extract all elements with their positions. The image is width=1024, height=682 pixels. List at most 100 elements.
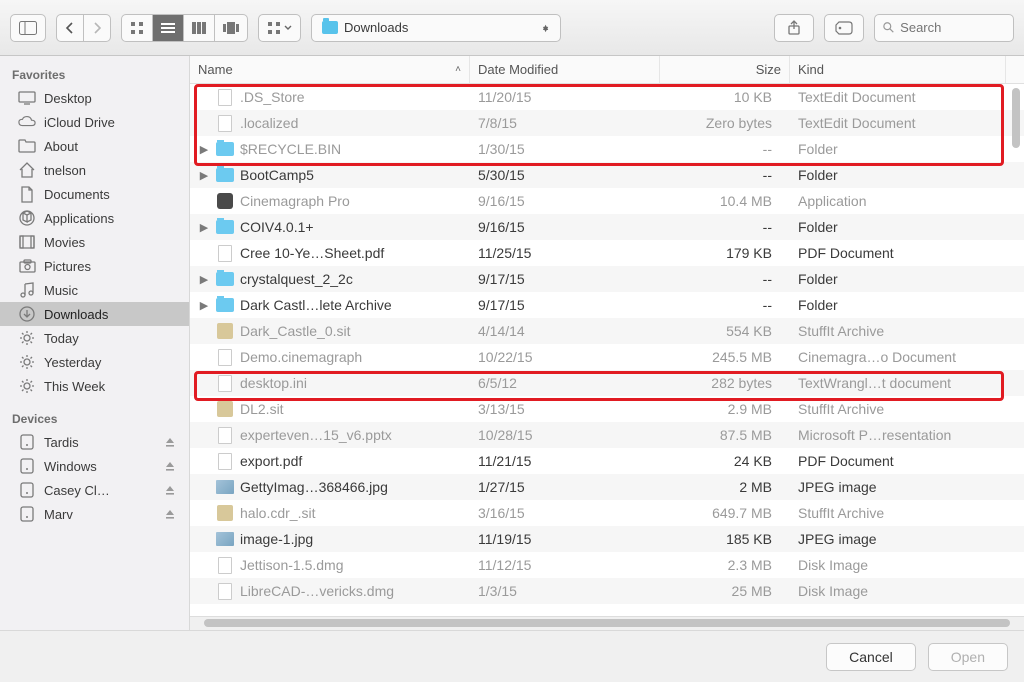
file-size: 245.5 MB [660,349,790,365]
file-row[interactable]: DL2.sit3/13/152.9 MBStuffIt Archive [190,396,1024,422]
file-row[interactable]: Demo.cinemagraph10/22/15245.5 MBCinemagr… [190,344,1024,370]
disclosure-triangle-icon[interactable]: ▶ [198,299,210,312]
col-size[interactable]: Size [660,56,790,83]
vertical-scrollbar[interactable] [1010,88,1022,609]
file-date: 9/17/15 [470,271,660,287]
coverflow-view-button[interactable] [215,15,247,41]
file-date: 11/21/15 [470,453,660,469]
search-input[interactable] [900,20,1005,35]
sidebar-toggle-button[interactable] [11,15,45,41]
col-name[interactable]: Name˄ [190,56,470,83]
sidebar-item-tnelson[interactable]: tnelson [0,158,189,182]
file-row[interactable]: Jettison-1.5.dmg11/12/152.3 MBDisk Image [190,552,1024,578]
document-icon [218,583,232,600]
file-kind: TextEdit Document [790,115,1006,131]
file-row[interactable]: .localized7/8/15Zero bytesTextEdit Docum… [190,110,1024,136]
search-box[interactable] [874,14,1014,42]
eject-icon[interactable] [165,461,177,471]
open-button[interactable]: Open [928,643,1008,671]
sidebar-item-movies[interactable]: Movies [0,230,189,254]
file-row[interactable]: Cinemagraph Pro9/16/1510.4 MBApplication [190,188,1024,214]
file-date: 1/30/15 [470,141,660,157]
sidebar-item-label: Today [44,331,79,346]
file-row[interactable]: experteven…15_v6.pptx10/28/1587.5 MBMicr… [190,422,1024,448]
horizontal-scrollbar[interactable] [190,616,1024,630]
disclosure-triangle-icon[interactable]: ▶ [198,143,210,156]
file-row[interactable]: export.pdf11/21/1524 KBPDF Document [190,448,1024,474]
file-date: 1/3/15 [470,583,660,599]
col-date[interactable]: Date Modified [470,56,660,83]
file-name: desktop.ini [240,375,307,391]
folder-icon [216,272,234,286]
archive-icon [217,323,233,339]
file-row[interactable]: GettyImag…368466.jpg1/27/152 MBJPEG imag… [190,474,1024,500]
eject-icon[interactable] [165,509,177,519]
column-view-button[interactable] [184,15,215,41]
sidebar-item-icloud-drive[interactable]: iCloud Drive [0,110,189,134]
file-size: -- [660,271,790,287]
file-kind: Application [790,193,1006,209]
tags-button[interactable] [824,14,864,42]
sidebar-item-yesterday[interactable]: Yesterday [0,350,189,374]
sidebar-item-music[interactable]: Music [0,278,189,302]
sidebar-item-today[interactable]: Today [0,326,189,350]
file-row[interactable]: image-1.jpg11/19/15185 KBJPEG image [190,526,1024,552]
disclosure-triangle-icon[interactable]: ▶ [198,169,210,182]
file-row[interactable]: .DS_Store11/20/1510 KBTextEdit Document [190,84,1024,110]
eject-icon[interactable] [165,437,177,447]
file-kind: Microsoft P…resentation [790,427,1006,443]
file-row[interactable]: halo.cdr_.sit3/16/15649.7 MBStuffIt Arch… [190,500,1024,526]
file-row[interactable]: ▶crystalquest_2_2c9/17/15--Folder [190,266,1024,292]
back-button[interactable] [57,15,84,41]
file-row[interactable]: ▶Dark Castl…lete Archive9/17/15--Folder [190,292,1024,318]
sidebar-item-downloads[interactable]: Downloads [0,302,189,326]
file-date: 10/28/15 [470,427,660,443]
file-row[interactable]: ▶COIV4.0.1+9/16/15--Folder [190,214,1024,240]
sidebar-device-casey-cl-[interactable]: Casey Cl… [0,478,189,502]
arrange-menu[interactable] [258,14,301,42]
arrange-button[interactable] [259,15,300,41]
file-kind: Disk Image [790,557,1006,573]
desktop-icon [18,89,36,107]
file-row[interactable]: ▶$RECYCLE.BIN1/30/15--Folder [190,136,1024,162]
sidebar-toggle[interactable] [10,14,46,42]
search-icon [883,21,894,34]
file-date: 11/20/15 [470,89,660,105]
file-date: 11/25/15 [470,245,660,261]
file-size: 2.3 MB [660,557,790,573]
file-row[interactable]: Dark_Castle_0.sit4/14/14554 KBStuffIt Ar… [190,318,1024,344]
sidebar-item-this-week[interactable]: This Week [0,374,189,398]
gear-icon [18,329,36,347]
disclosure-triangle-icon[interactable]: ▶ [198,273,210,286]
file-row[interactable]: Cree 10-Ye…Sheet.pdf11/25/15179 KBPDF Do… [190,240,1024,266]
icon-view-button[interactable] [122,15,153,41]
share-button[interactable] [774,14,814,42]
file-row[interactable]: LibreCAD-…vericks.dmg1/3/1525 MBDisk Ima… [190,578,1024,604]
col-kind[interactable]: Kind [790,56,1006,83]
file-date: 7/8/15 [470,115,660,131]
sidebar-device-tardis[interactable]: Tardis [0,430,189,454]
file-date: 4/14/14 [470,323,660,339]
cancel-button[interactable]: Cancel [826,643,916,671]
file-kind: Cinemagra…o Document [790,349,1006,365]
sidebar-device-marv[interactable]: Marv [0,502,189,526]
file-size: -- [660,297,790,313]
location-popup[interactable]: Downloads ▲▼ [311,14,561,42]
list-view-button[interactable] [153,15,184,41]
archive-icon [217,505,233,521]
sidebar-device-windows[interactable]: Windows [0,454,189,478]
file-row[interactable]: desktop.ini6/5/12282 bytesTextWrangl…t d… [190,370,1024,396]
sidebar-item-pictures[interactable]: Pictures [0,254,189,278]
file-row[interactable]: ▶BootCamp55/30/15--Folder [190,162,1024,188]
file-kind: Folder [790,167,1006,183]
file-size: 10.4 MB [660,193,790,209]
eject-icon[interactable] [165,485,177,495]
sidebar-item-applications[interactable]: Applications [0,206,189,230]
sidebar-item-desktop[interactable]: Desktop [0,86,189,110]
file-date: 1/27/15 [470,479,660,495]
sidebar-item-about[interactable]: About [0,134,189,158]
disclosure-triangle-icon[interactable]: ▶ [198,221,210,234]
sidebar-item-documents[interactable]: Documents [0,182,189,206]
file-size: 179 KB [660,245,790,261]
forward-button[interactable] [84,15,110,41]
